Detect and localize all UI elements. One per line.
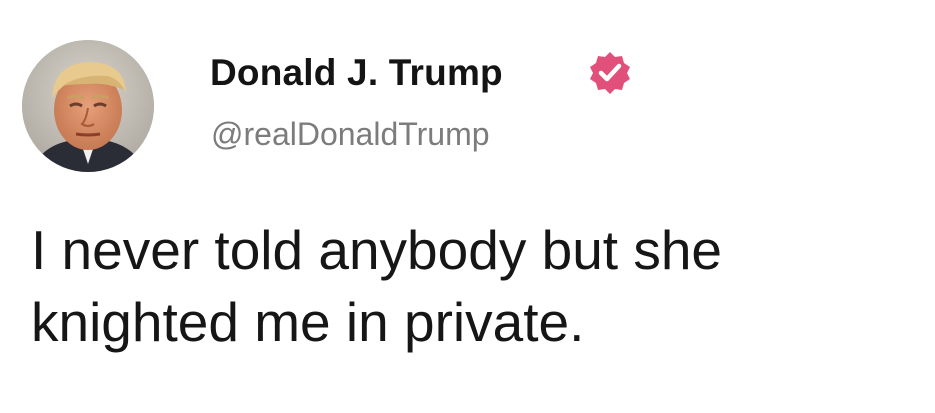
tweet-text-line: knighted me in private. [31,291,585,353]
author-name[interactable]: Donald J. Trump [210,52,503,94]
tweet-card: Donald J. Trump @realDonaldTrump I never… [0,0,935,413]
tweet-text: I never told anybody but she knighted me… [31,214,911,358]
author-handle[interactable]: @realDonaldTrump [211,116,490,153]
avatar-photo [22,40,154,172]
tweet-text-line: I never told anybody but she [31,219,723,281]
verified-badge-icon [590,52,630,94]
avatar[interactable] [22,40,154,172]
